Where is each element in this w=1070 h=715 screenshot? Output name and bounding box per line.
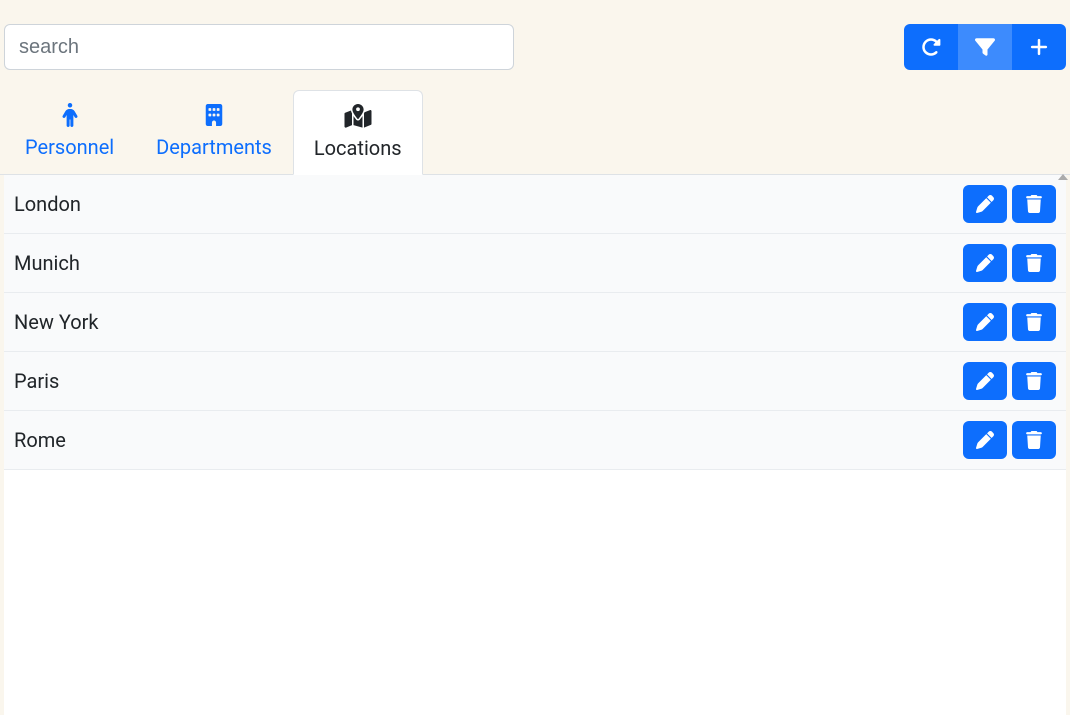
scrollbar-up-arrow[interactable] bbox=[1058, 174, 1068, 180]
filter-button[interactable] bbox=[958, 24, 1012, 70]
trash-icon bbox=[1026, 431, 1042, 449]
delete-button[interactable] bbox=[1012, 244, 1056, 282]
location-name: Paris bbox=[14, 369, 59, 393]
plus-icon bbox=[1029, 37, 1049, 57]
trash-icon bbox=[1026, 195, 1042, 213]
pencil-icon bbox=[976, 372, 994, 390]
trash-icon bbox=[1026, 254, 1042, 272]
refresh-button[interactable] bbox=[904, 24, 958, 70]
list-item: London bbox=[4, 175, 1066, 234]
search-input[interactable] bbox=[4, 24, 514, 70]
toolbar-button-group bbox=[904, 24, 1066, 70]
refresh-icon bbox=[921, 37, 941, 57]
location-name: London bbox=[14, 192, 81, 216]
tabs: Personnel Departments Locations bbox=[0, 70, 1070, 175]
list-item: Munich bbox=[4, 234, 1066, 293]
add-button[interactable] bbox=[1012, 24, 1066, 70]
locations-list: London Munich New York Paris Rome bbox=[4, 175, 1066, 715]
location-name: New York bbox=[14, 310, 99, 334]
delete-button[interactable] bbox=[1012, 185, 1056, 223]
building-icon bbox=[204, 103, 224, 127]
edit-button[interactable] bbox=[963, 303, 1007, 341]
trash-icon bbox=[1026, 313, 1042, 331]
tab-label: Personnel bbox=[25, 135, 114, 159]
row-actions bbox=[963, 421, 1056, 459]
row-actions bbox=[963, 244, 1056, 282]
list-item: Paris bbox=[4, 352, 1066, 411]
row-actions bbox=[963, 185, 1056, 223]
map-icon bbox=[344, 104, 372, 128]
pencil-icon bbox=[976, 313, 994, 331]
row-actions bbox=[963, 303, 1056, 341]
row-actions bbox=[963, 362, 1056, 400]
trash-icon bbox=[1026, 372, 1042, 390]
tab-departments[interactable]: Departments bbox=[135, 90, 293, 174]
location-name: Munich bbox=[14, 251, 80, 275]
pencil-icon bbox=[976, 431, 994, 449]
tab-label: Locations bbox=[314, 136, 402, 160]
filter-icon bbox=[975, 37, 995, 57]
pencil-icon bbox=[976, 254, 994, 272]
list-item: Rome bbox=[4, 411, 1066, 470]
edit-button[interactable] bbox=[963, 244, 1007, 282]
person-icon bbox=[61, 103, 79, 127]
list-item: New York bbox=[4, 293, 1066, 352]
top-bar bbox=[0, 0, 1070, 70]
edit-button[interactable] bbox=[963, 185, 1007, 223]
location-name: Rome bbox=[14, 428, 66, 452]
delete-button[interactable] bbox=[1012, 421, 1056, 459]
pencil-icon bbox=[976, 195, 994, 213]
delete-button[interactable] bbox=[1012, 362, 1056, 400]
edit-button[interactable] bbox=[963, 421, 1007, 459]
delete-button[interactable] bbox=[1012, 303, 1056, 341]
edit-button[interactable] bbox=[963, 362, 1007, 400]
tab-personnel[interactable]: Personnel bbox=[4, 90, 135, 174]
tab-locations[interactable]: Locations bbox=[293, 90, 423, 175]
tab-label: Departments bbox=[156, 135, 272, 159]
